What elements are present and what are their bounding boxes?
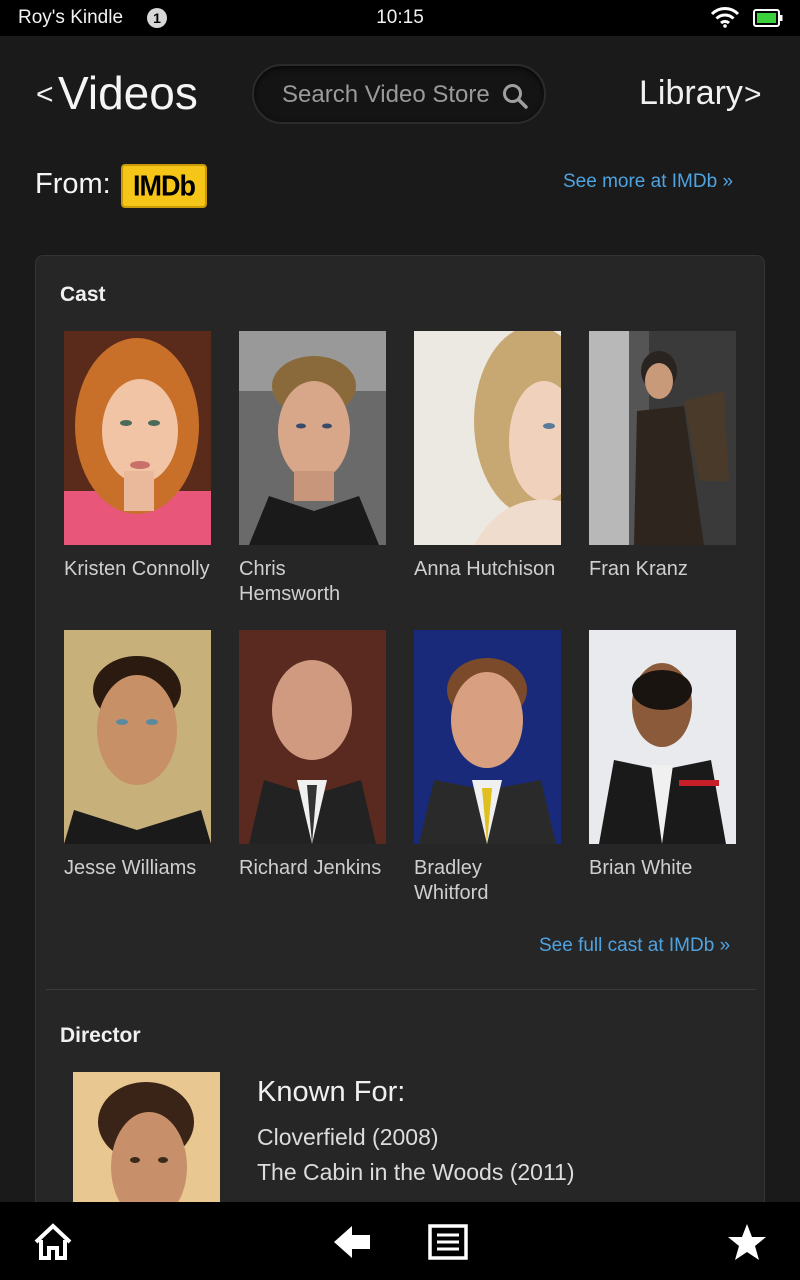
see-full-cast-link[interactable]: See full cast at IMDb » <box>539 935 730 957</box>
cast-card[interactable]: Chris Hemsworth <box>239 331 386 607</box>
see-more-imdb-link[interactable]: See more at IMDb » <box>563 171 733 193</box>
search-icon <box>503 84 528 109</box>
cast-photo[interactable] <box>589 331 736 545</box>
battery-icon <box>753 9 783 27</box>
cast-name[interactable]: Jesse Williams <box>64 856 211 881</box>
cast-photo[interactable] <box>239 630 386 844</box>
cast-photo[interactable] <box>589 630 736 844</box>
section-divider <box>46 989 756 990</box>
cast-card[interactable]: Richard Jenkins <box>239 630 386 881</box>
cast-card[interactable]: Anna Hutchison <box>414 331 561 582</box>
cast-card[interactable]: Bradley Whitford <box>414 630 561 906</box>
cast-card[interactable]: Jesse Williams <box>64 630 211 881</box>
cast-name[interactable]: Richard Jenkins <box>239 856 386 881</box>
cast-card[interactable]: Brian White <box>589 630 736 881</box>
cast-name[interactable]: Kristen Connolly <box>64 557 211 582</box>
from-label: From: <box>35 168 111 200</box>
device-name: Roy's Kindle <box>18 7 124 28</box>
director-photo[interactable] <box>73 1072 220 1214</box>
imdb-panel: Cast Kristen Connolly Chris Hemsworth An… <box>35 255 765 1215</box>
cast-name[interactable]: Bradley Whitford <box>414 856 561 906</box>
search-placeholder: Search Video Store <box>282 81 490 108</box>
home-icon[interactable] <box>33 1222 73 1262</box>
cast-name[interactable]: Brian White <box>589 856 736 881</box>
back-chevron-icon[interactable]: < <box>36 78 54 112</box>
cast-name[interactable]: Chris Hemsworth <box>239 557 386 607</box>
imdb-logo: IMDb <box>121 163 207 209</box>
known-for-item[interactable]: Cloverfield (2008) <box>257 1124 439 1151</box>
cast-card[interactable]: Kristen Connolly <box>64 331 211 582</box>
menu-icon[interactable] <box>428 1222 468 1262</box>
cast-card[interactable]: Fran Kranz <box>589 331 736 582</box>
library-link[interactable]: Library <box>639 74 743 113</box>
back-arrow-icon[interactable] <box>332 1222 372 1262</box>
cast-photo[interactable] <box>414 630 561 844</box>
wifi-icon <box>710 7 740 28</box>
director-heading: Director <box>60 1024 141 1047</box>
known-for-title: Known For: <box>257 1076 406 1108</box>
search-input[interactable]: Search Video Store <box>252 64 546 124</box>
favorites-star-icon[interactable] <box>727 1222 767 1262</box>
cast-photo[interactable] <box>414 331 561 545</box>
cast-name[interactable]: Fran Kranz <box>589 557 736 582</box>
known-for-item[interactable]: The Cabin in the Woods (2011) <box>257 1159 575 1186</box>
cast-name[interactable]: Anna Hutchison <box>414 557 561 582</box>
cast-heading: Cast <box>60 283 106 306</box>
page-title[interactable]: Videos <box>58 66 198 120</box>
bottom-nav-bar <box>0 1202 800 1280</box>
status-bar: Roy's Kindle 1 10:15 <box>0 0 800 36</box>
chevron-right-icon[interactable]: > <box>744 78 762 112</box>
notification-badge[interactable]: 1 <box>147 8 167 28</box>
cast-photo[interactable] <box>239 331 386 545</box>
cast-photo[interactable] <box>64 331 211 545</box>
cast-photo[interactable] <box>64 630 211 844</box>
